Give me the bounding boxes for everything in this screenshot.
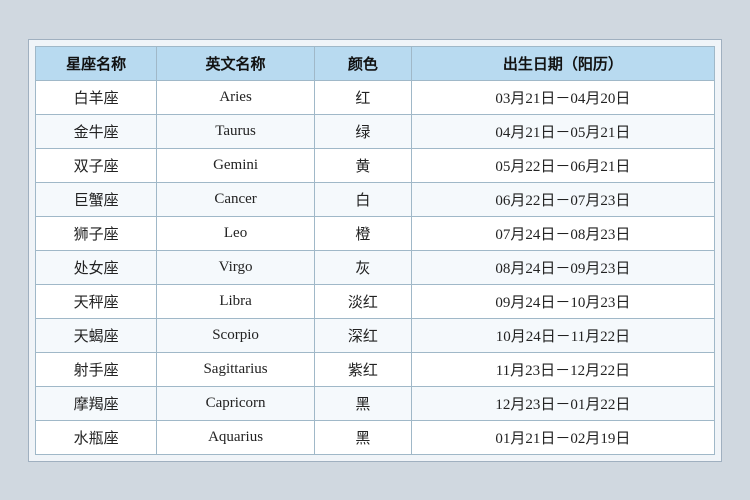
cell-zh-name: 金牛座	[36, 114, 157, 148]
header-zh-name: 星座名称	[36, 46, 157, 80]
table-row: 摩羯座Capricorn黑12月23日－01月22日	[36, 386, 715, 420]
cell-color: 红	[314, 80, 411, 114]
cell-en-name: Gemini	[157, 148, 315, 182]
cell-en-name: Libra	[157, 284, 315, 318]
table-header-row: 星座名称 英文名称 颜色 出生日期（阳历）	[36, 46, 715, 80]
cell-zh-name: 狮子座	[36, 216, 157, 250]
cell-zh-name: 天蝎座	[36, 318, 157, 352]
header-date-range: 出生日期（阳历）	[411, 46, 714, 80]
cell-en-name: Scorpio	[157, 318, 315, 352]
cell-color: 黄	[314, 148, 411, 182]
cell-color: 灰	[314, 250, 411, 284]
cell-zh-name: 射手座	[36, 352, 157, 386]
table-row: 天秤座Libra淡红09月24日－10月23日	[36, 284, 715, 318]
table-row: 巨蟹座Cancer白06月22日－07月23日	[36, 182, 715, 216]
cell-en-name: Sagittarius	[157, 352, 315, 386]
table-row: 白羊座Aries红03月21日－04月20日	[36, 80, 715, 114]
cell-color: 淡红	[314, 284, 411, 318]
table-row: 天蝎座Scorpio深红10月24日－11月22日	[36, 318, 715, 352]
cell-zh-name: 处女座	[36, 250, 157, 284]
cell-date-range: 04月21日－05月21日	[411, 114, 714, 148]
table-row: 射手座Sagittarius紫红11月23日－12月22日	[36, 352, 715, 386]
cell-color: 绿	[314, 114, 411, 148]
cell-zh-name: 水瓶座	[36, 420, 157, 454]
table-row: 双子座Gemini黄05月22日－06月21日	[36, 148, 715, 182]
zodiac-table-container: 星座名称 英文名称 颜色 出生日期（阳历） 白羊座Aries红03月21日－04…	[28, 39, 722, 462]
header-color: 颜色	[314, 46, 411, 80]
cell-zh-name: 摩羯座	[36, 386, 157, 420]
cell-color: 深红	[314, 318, 411, 352]
cell-zh-name: 白羊座	[36, 80, 157, 114]
cell-date-range: 10月24日－11月22日	[411, 318, 714, 352]
cell-date-range: 11月23日－12月22日	[411, 352, 714, 386]
cell-zh-name: 双子座	[36, 148, 157, 182]
header-en-name: 英文名称	[157, 46, 315, 80]
cell-date-range: 08月24日－09月23日	[411, 250, 714, 284]
cell-en-name: Leo	[157, 216, 315, 250]
cell-en-name: Virgo	[157, 250, 315, 284]
cell-zh-name: 巨蟹座	[36, 182, 157, 216]
cell-en-name: Capricorn	[157, 386, 315, 420]
cell-en-name: Aries	[157, 80, 315, 114]
cell-date-range: 06月22日－07月23日	[411, 182, 714, 216]
table-row: 金牛座Taurus绿04月21日－05月21日	[36, 114, 715, 148]
cell-en-name: Taurus	[157, 114, 315, 148]
cell-date-range: 03月21日－04月20日	[411, 80, 714, 114]
cell-date-range: 12月23日－01月22日	[411, 386, 714, 420]
cell-en-name: Aquarius	[157, 420, 315, 454]
cell-date-range: 05月22日－06月21日	[411, 148, 714, 182]
cell-date-range: 01月21日－02月19日	[411, 420, 714, 454]
cell-zh-name: 天秤座	[36, 284, 157, 318]
table-row: 处女座Virgo灰08月24日－09月23日	[36, 250, 715, 284]
cell-color: 白	[314, 182, 411, 216]
cell-color: 紫红	[314, 352, 411, 386]
cell-color: 黑	[314, 386, 411, 420]
table-row: 水瓶座Aquarius黑01月21日－02月19日	[36, 420, 715, 454]
cell-color: 橙	[314, 216, 411, 250]
zodiac-table: 星座名称 英文名称 颜色 出生日期（阳历） 白羊座Aries红03月21日－04…	[35, 46, 715, 455]
cell-en-name: Cancer	[157, 182, 315, 216]
cell-color: 黑	[314, 420, 411, 454]
cell-date-range: 07月24日－08月23日	[411, 216, 714, 250]
table-row: 狮子座Leo橙07月24日－08月23日	[36, 216, 715, 250]
cell-date-range: 09月24日－10月23日	[411, 284, 714, 318]
